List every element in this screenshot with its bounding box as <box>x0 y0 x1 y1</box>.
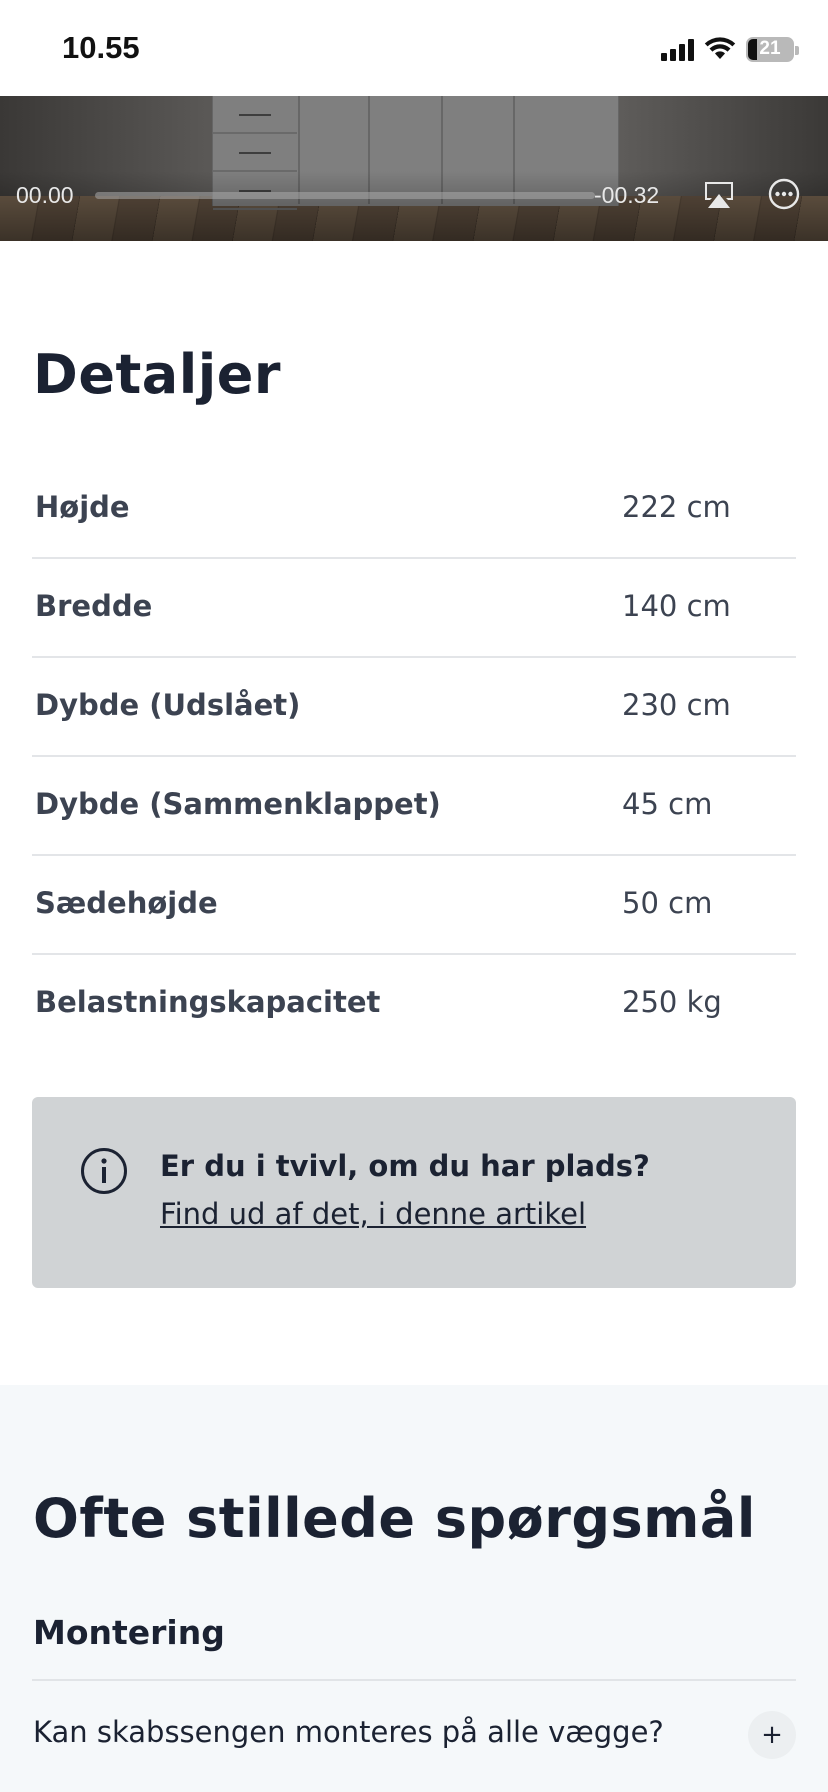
faq-question[interactable]: Kan skabssengen monteres på alle vægge? <box>33 1715 664 1749</box>
detail-label: Sædehøjde <box>35 886 218 920</box>
status-time: 10.55 <box>62 30 140 65</box>
detail-label: Dybde (Sammenklappet) <box>35 787 441 821</box>
battery-icon: 21 <box>746 36 799 62</box>
detail-row-load-capacity: Belastningskapacitet 250 kg <box>32 955 796 1052</box>
faq-expand-button[interactable]: + <box>748 1711 796 1759</box>
details-title: Detaljer <box>33 343 281 406</box>
status-bar: 10.55 21 <box>0 0 828 96</box>
detail-label: Højde <box>35 490 130 524</box>
more-icon[interactable] <box>768 178 800 210</box>
video-progress-bar[interactable] <box>95 192 595 199</box>
product-video[interactable]: 00.00 -00.32 <box>0 96 828 241</box>
faq-title: Ofte stillede spørgsmål <box>33 1487 756 1550</box>
signal-icon <box>661 37 694 61</box>
faq-section: Ofte stillede spørgsmål Montering Kan sk… <box>0 1385 828 1792</box>
article-link[interactable]: Find ud af det, i denne artikel <box>160 1197 586 1231</box>
video-remaining-time: -00.32 <box>594 182 660 208</box>
faq-category-title: Montering <box>33 1613 225 1652</box>
space-info-box: Er du i tvivl, om du har plads? Find ud … <box>32 1097 796 1288</box>
battery-level: 21 <box>759 38 781 59</box>
detail-label: Bredde <box>35 589 153 623</box>
detail-label: Belastningskapacitet <box>35 985 381 1019</box>
detail-row-height: Højde 222 cm <box>32 460 796 559</box>
detail-label: Dybde (Udslået) <box>35 688 301 722</box>
detail-value: 140 cm <box>622 589 731 623</box>
detail-row-depth-folded: Dybde (Sammenklappet) 45 cm <box>32 757 796 856</box>
detail-row-depth-unfolded: Dybde (Udslået) 230 cm <box>32 658 796 757</box>
detail-value: 50 cm <box>622 886 713 920</box>
video-elapsed-time: 00.00 <box>16 182 74 208</box>
details-list: Højde 222 cm Bredde 140 cm Dybde (Udslåe… <box>32 460 796 1052</box>
info-question: Er du i tvivl, om du har plads? <box>160 1149 650 1183</box>
detail-row-width: Bredde 140 cm <box>32 559 796 658</box>
info-icon <box>81 1148 127 1194</box>
detail-row-seat-height: Sædehøjde 50 cm <box>32 856 796 955</box>
wifi-icon <box>704 37 736 59</box>
detail-value: 230 cm <box>622 688 731 722</box>
detail-value: 45 cm <box>622 787 713 821</box>
status-icons: 21 <box>661 34 799 64</box>
faq-divider <box>32 1679 796 1681</box>
airplay-icon[interactable] <box>702 180 736 210</box>
detail-value: 222 cm <box>622 490 731 524</box>
detail-value: 250 kg <box>622 985 722 1019</box>
